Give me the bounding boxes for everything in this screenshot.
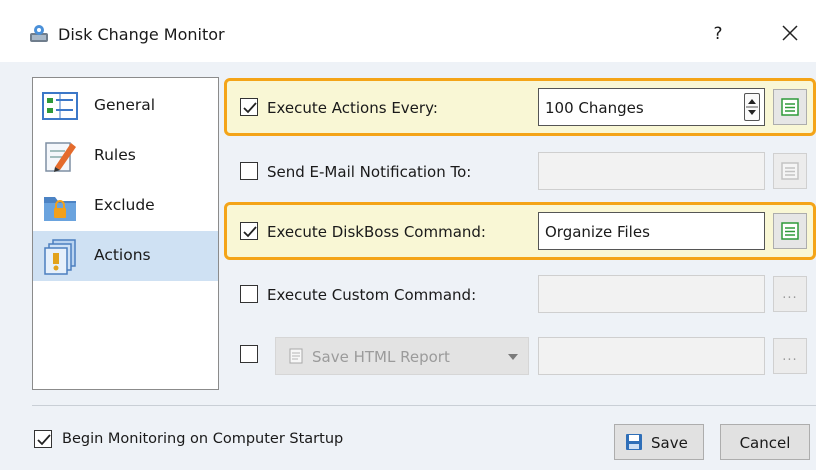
footer-divider [32, 405, 816, 406]
send-email-row: Send E-Mail Notification To: [224, 142, 816, 200]
send-email-picker-button[interactable] [773, 153, 807, 189]
report-browse-button[interactable]: ... [773, 338, 807, 374]
checkmark-icon [243, 102, 257, 114]
spinner-arrows-icon [746, 99, 758, 115]
custom-command-label: Execute Custom Command: [267, 286, 477, 304]
diskboss-command-field[interactable]: Organize Files [538, 212, 765, 250]
custom-command-browse-button[interactable]: ... [773, 276, 807, 312]
custom-command-row: Execute Custom Command: ... [224, 264, 816, 322]
sidebar-item-label: Rules [94, 146, 136, 164]
list-picker-icon [781, 98, 799, 116]
send-email-address-field[interactable] [538, 152, 765, 190]
checkmark-icon [243, 226, 257, 238]
list-picker-icon [781, 222, 799, 240]
chevron-down-icon [508, 354, 518, 360]
report-type-dropdown[interactable]: Save HTML Report [275, 337, 529, 375]
actions-stack-icon [44, 239, 76, 275]
cancel-button[interactable]: Cancel [720, 424, 810, 460]
startup-label: Begin Monitoring on Computer Startup [62, 431, 344, 447]
diskboss-command-value: Organize Files [545, 223, 650, 241]
diskboss-command-checkbox[interactable] [240, 222, 258, 240]
exclude-folder-lock-icon [44, 197, 76, 221]
checkmark-icon [37, 434, 51, 446]
report-path-field[interactable] [538, 337, 765, 375]
browse-label: ... [782, 287, 798, 302]
startup-checkbox[interactable] [34, 430, 52, 448]
sidebar-item-actions[interactable]: Actions [33, 231, 218, 281]
help-button[interactable]: ? [706, 21, 730, 47]
browse-label: ... [782, 349, 798, 364]
sidebar-item-exclude[interactable]: Exclude [33, 181, 218, 231]
list-picker-icon [781, 162, 799, 180]
execute-every-value-field[interactable]: 100 Changes [538, 88, 765, 126]
sidebar-nav: General Rules Exclude Actions [32, 77, 219, 390]
report-type-selected: Save HTML Report [312, 348, 450, 366]
cancel-label: Cancel [739, 434, 791, 452]
execute-every-picker-button[interactable] [773, 89, 807, 125]
diskboss-command-row: Execute DiskBoss Command: Organize Files [224, 202, 816, 260]
execute-every-row: Execute Actions Every: 100 Changes [224, 78, 816, 136]
floppy-save-icon [626, 434, 642, 450]
report-page-icon [289, 348, 303, 364]
send-email-checkbox[interactable] [240, 162, 258, 180]
report-checkbox[interactable] [240, 345, 258, 363]
custom-command-field[interactable] [538, 275, 765, 313]
custom-command-checkbox[interactable] [240, 285, 258, 303]
sidebar-item-rules[interactable]: Rules [33, 131, 218, 181]
dialog-body: General Rules Exclude Actions Execute Ac… [0, 62, 816, 470]
diskboss-command-picker-button[interactable] [773, 213, 807, 249]
execute-every-checkbox[interactable] [240, 98, 258, 116]
execute-every-spinner[interactable] [744, 93, 760, 121]
window-title: Disk Change Monitor [58, 25, 225, 44]
general-list-icon [42, 92, 78, 120]
save-button[interactable]: Save [614, 424, 704, 460]
title-bar: Disk Change Monitor ? [0, 0, 816, 66]
rules-pencil-icon [45, 142, 76, 172]
close-icon[interactable] [775, 18, 805, 48]
drive-monitor-icon [30, 25, 48, 42]
sidebar-item-general[interactable]: General [33, 81, 218, 131]
save-label: Save [651, 434, 688, 452]
sidebar-item-label: Actions [94, 246, 151, 264]
execute-every-value: 100 Changes [545, 99, 644, 117]
send-email-label: Send E-Mail Notification To: [267, 163, 472, 181]
sidebar-item-label: General [94, 96, 156, 114]
sidebar-item-label: Exclude [94, 196, 155, 214]
execute-every-label: Execute Actions Every: [267, 99, 438, 117]
diskboss-command-label: Execute DiskBoss Command: [267, 223, 486, 241]
